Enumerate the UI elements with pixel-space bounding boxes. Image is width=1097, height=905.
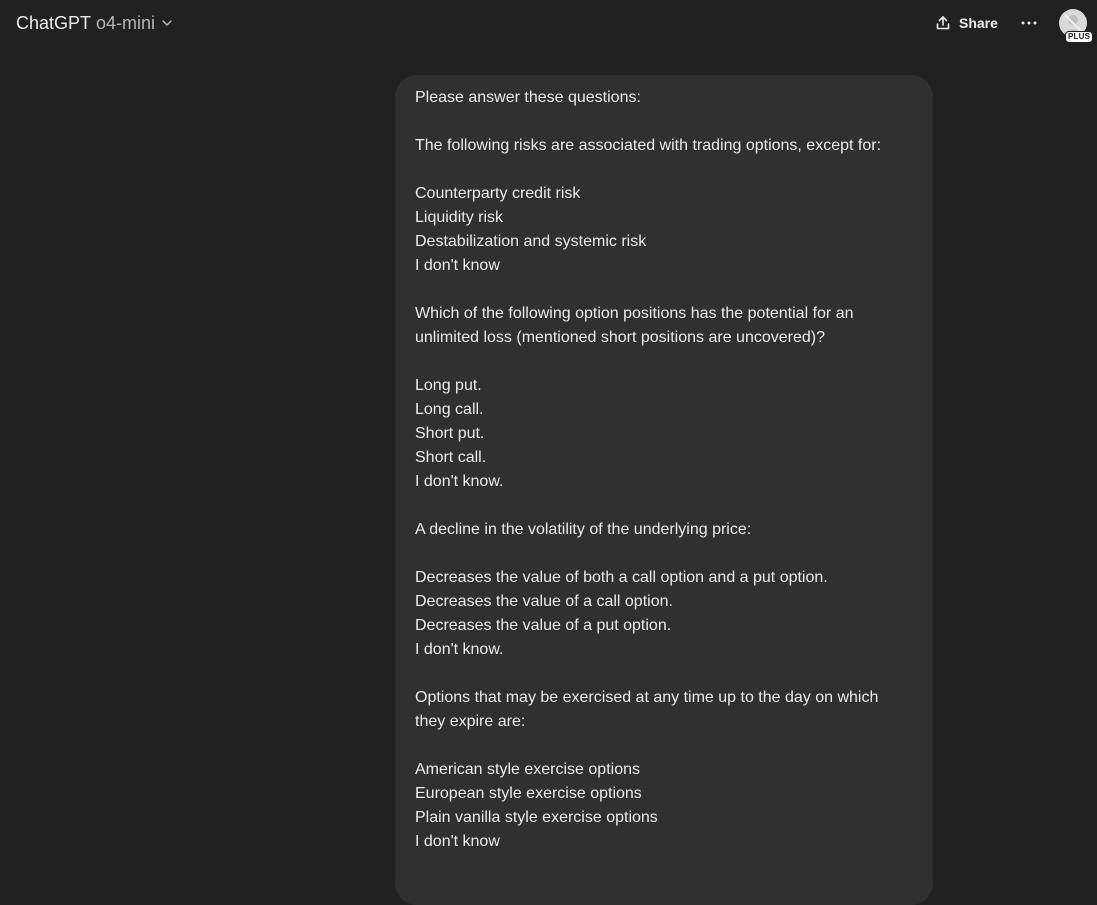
chevron-down-icon	[161, 17, 173, 29]
model-name: o4-mini	[96, 13, 156, 33]
user-message-bubble: Please answer these questions: The follo…	[395, 75, 933, 905]
share-label: Share	[959, 15, 998, 31]
model-switcher[interactable]: ChatGPT o4-mini	[16, 11, 173, 35]
plan-badge: PLUS	[1065, 31, 1094, 43]
app-name: ChatGPT	[16, 13, 92, 33]
more-options-button[interactable]	[1018, 12, 1040, 34]
share-button[interactable]: Share	[935, 12, 998, 34]
profile-button[interactable]: PLUS	[1059, 9, 1094, 43]
share-icon	[935, 15, 951, 31]
top-header: ChatGPT o4-mini Share PLUS	[0, 0, 1097, 46]
more-horizontal-icon	[1021, 21, 1037, 25]
user-message-text: Please answer these questions: The follo…	[415, 89, 882, 850]
